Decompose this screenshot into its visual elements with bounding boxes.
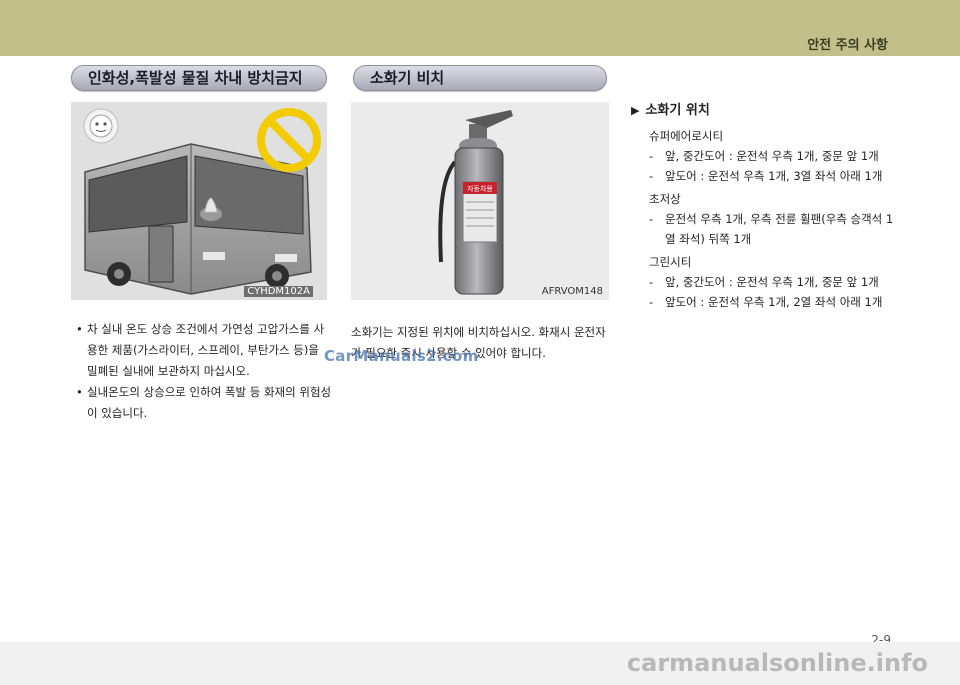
figure-code-extinguisher: AFRVOM148 xyxy=(541,286,603,297)
location-heading-text: 소화기 위치 xyxy=(645,103,710,118)
group-name: 그린시티 xyxy=(649,255,692,269)
list-item: - 앞, 중간도어 : 운전석 우측 1개, 중문 앞 1개 xyxy=(649,149,879,163)
figure-code-bus: CYHDM102A xyxy=(244,286,313,297)
header-band: 안전 주의 사항 xyxy=(0,0,960,56)
group-name: 슈퍼에어로시티 xyxy=(649,129,724,143)
watermark-carmanualsonline[interactable]: carmanualsonline.info xyxy=(0,642,960,685)
watermark-carmanuals2: CarManuals2.com xyxy=(324,347,479,365)
heading-fire-extinguisher: 소화기 비치 xyxy=(353,65,607,91)
heat-sun-icon xyxy=(83,108,119,144)
extinguisher-drawing: 자동차용 xyxy=(438,110,513,295)
extinguisher-location-section: ▶ 소화기 위치 슈퍼에어로시티 - 앞, 중간도어 : 운전석 우측 1개, 중문… xyxy=(631,101,901,312)
bus-drawing xyxy=(71,102,327,300)
triangle-bullet-icon: ▶ xyxy=(631,104,640,117)
location-heading: ▶ 소화기 위치 xyxy=(631,101,901,121)
section-title: 안전 주의 사항 xyxy=(807,38,888,53)
list-item: - 운전석 우측 1개, 우측 전륜 휠팬(우측 승객석 1열 좌석) 뒤쪽 1개 xyxy=(649,212,894,246)
heading-flammable-items: 인화성,폭발성 물질 차내 방치금지 xyxy=(71,65,327,91)
fire-extinguisher-icon: 자동차용 xyxy=(438,110,513,295)
list-item: - 앞도어 : 운전석 우측 1개, 2열 좌석 아래 1개 xyxy=(649,295,883,309)
group-name: 초저상 xyxy=(649,192,681,206)
list-item: - 앞도어 : 운전석 우측 1개, 3열 좌석 아래 1개 xyxy=(649,169,883,183)
extinguisher-photo: 자동차용 AFRVOM148 xyxy=(351,102,609,300)
list-item: - 앞, 중간도어 : 운전석 우측 1개, 중문 앞 1개 xyxy=(649,275,879,289)
extinguisher-label-text: 자동차용 xyxy=(467,184,493,193)
list-item: 실내온도의 상승으로 인하여 폭발 등 화재의 위험성이 있습니다. xyxy=(76,382,332,424)
bus-illustration: CYHDM102A xyxy=(71,102,327,300)
list-item: 차 실내 온도 상승 조건에서 가연성 고압가스를 사용한 제품(가스라이터, … xyxy=(76,319,332,382)
warning-bullet-list: 차 실내 온도 상승 조건에서 가연성 고압가스를 사용한 제품(가스라이터, … xyxy=(76,319,332,424)
